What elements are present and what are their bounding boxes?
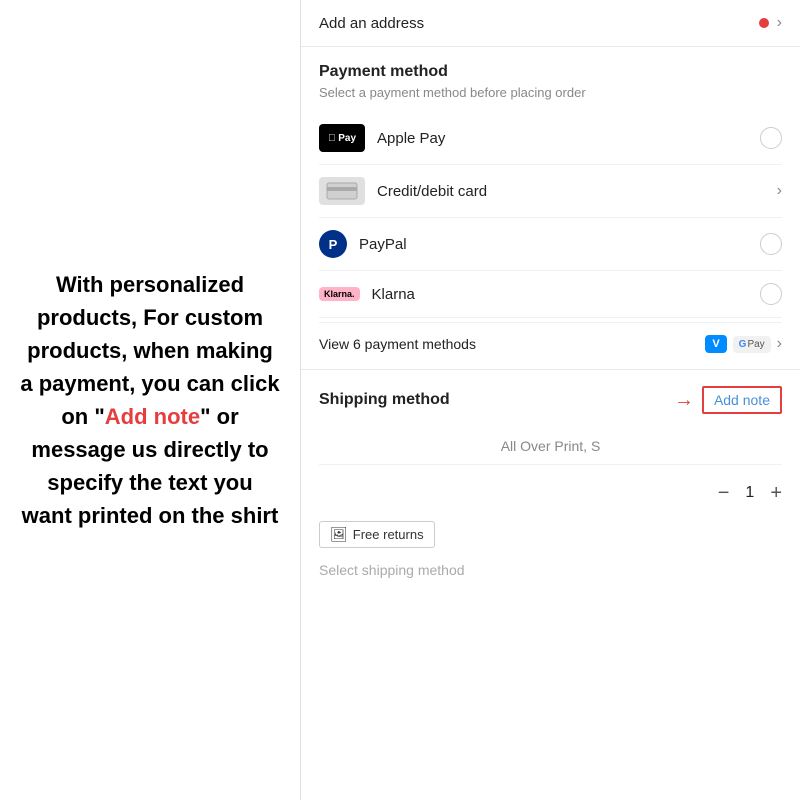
payment-method-paypal[interactable]: P PayPal <box>319 218 782 271</box>
view-more-chevron-icon: › <box>777 335 782 353</box>
red-dot-icon <box>759 18 769 28</box>
payment-method-klarna[interactable]: Klarna. Klarna <box>319 271 782 318</box>
payment-section: Payment method Select a payment method b… <box>301 47 800 370</box>
instruction-text: With personalized products, For custom p… <box>20 268 280 532</box>
apple-pay-radio[interactable] <box>760 127 782 149</box>
credit-card-icon <box>319 177 365 205</box>
klarna-label: Klarna <box>372 286 415 303</box>
right-panel: Add an address › Payment method Select a… <box>300 0 800 800</box>
paypal-icon: P <box>319 230 347 258</box>
view-more-row[interactable]: View 6 payment methods V GPay › <box>319 322 782 353</box>
address-row-left: Add an address <box>319 15 424 32</box>
paypal-label: PayPal <box>359 236 407 253</box>
venmo-icon: V <box>705 335 726 353</box>
quantity-increase-button[interactable]: + <box>770 483 782 503</box>
payment-method-credit-card[interactable]: Credit/debit card › <box>319 165 782 218</box>
shipping-section: Shipping method → Add note All Over Prin… <box>301 370 800 594</box>
add-note-button[interactable]: Add note <box>702 386 782 414</box>
credit-card-label: Credit/debit card <box>377 183 487 200</box>
apple-pay-icon:  Pay <box>319 124 365 152</box>
address-chevron-icon: › <box>777 14 782 32</box>
payment-subtitle: Select a payment method before placing o… <box>319 85 782 100</box>
gpay-icon: GPay <box>733 336 771 353</box>
shipping-header: Shipping method → Add note <box>319 386 782 414</box>
apple-pay-label: Apple Pay <box>377 130 445 147</box>
free-returns-badge: 🖼 Free returns <box>319 521 435 548</box>
arrow-right-icon: → <box>674 389 694 412</box>
product-label: All Over Print, S <box>319 428 782 465</box>
quantity-decrease-button[interactable]: − <box>718 483 730 503</box>
add-note-wrapper: → Add note <box>674 386 782 414</box>
shipping-title: Shipping method <box>319 391 450 409</box>
address-label: Add an address <box>319 15 424 32</box>
quantity-value: 1 <box>745 484 754 502</box>
free-returns-label: Free returns <box>353 527 424 542</box>
address-row[interactable]: Add an address › <box>301 0 800 47</box>
payment-method-apple-pay[interactable]:  Pay Apple Pay <box>319 112 782 165</box>
quantity-row: − 1 + <box>319 475 782 511</box>
credit-card-chevron-icon: › <box>777 182 782 200</box>
paypal-radio[interactable] <box>760 233 782 255</box>
klarna-radio[interactable] <box>760 283 782 305</box>
free-returns-icon: 🖼 <box>330 526 348 543</box>
view-more-label: View 6 payment methods <box>319 336 476 352</box>
klarna-icon: Klarna. <box>319 287 360 301</box>
payment-title: Payment method <box>319 63 782 81</box>
add-note-highlight: Add note <box>105 404 200 429</box>
select-shipping-label: Select shipping method <box>319 558 782 578</box>
left-panel: With personalized products, For custom p… <box>0 0 300 800</box>
